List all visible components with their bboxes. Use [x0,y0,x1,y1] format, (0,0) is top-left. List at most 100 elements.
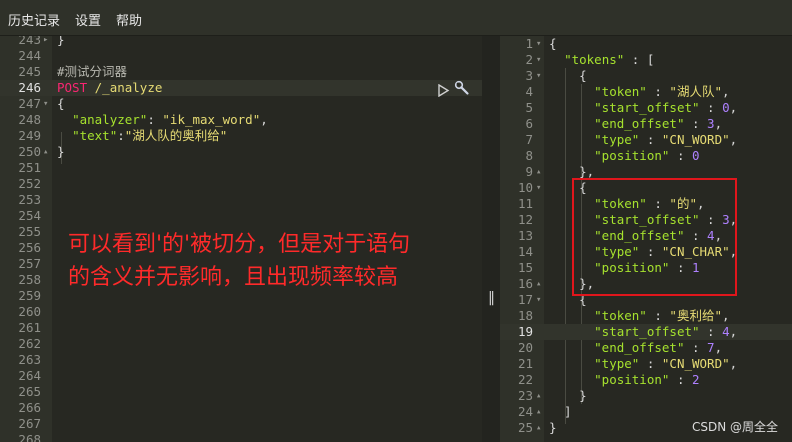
request-code-line[interactable]: 263 [0,352,482,368]
line-number: 266 [18,400,41,415]
fold-toggle-icon[interactable]: ▾ [536,36,541,52]
code-token: , [721,84,730,99]
menu-bar: 历史记录 设置 帮助 [0,0,792,36]
menu-help[interactable]: 帮助 [116,10,142,29]
code-content: #测试分词器 [57,64,127,80]
line-number: 5 [525,100,533,115]
fold-toggle-icon[interactable]: ▴ [536,276,541,292]
code-token: "type" [594,356,640,371]
response-code-line[interactable]: 23 ▴ } [500,388,792,404]
request-code-line[interactable]: 261 [0,320,482,336]
code-token: 0 [722,100,730,115]
line-number: 11 [517,196,533,211]
line-number: 252 [18,176,41,191]
fold-toggle-icon[interactable]: ▾ [536,292,541,308]
code-content: "token" : "湖人队", [549,84,730,100]
response-code-line[interactable]: 2 ▾ "tokens" : [ [500,52,792,68]
line-number: 3 [525,68,533,83]
fold-toggle-icon[interactable]: ▴ [536,164,541,180]
response-code-line[interactable]: 18 "token" : "奥利给", [500,308,792,324]
request-code-line[interactable]: 251 [0,160,482,176]
response-code-line[interactable]: 8 "position" : 0 [500,148,792,164]
code-token: POST [57,80,95,95]
request-code-line[interactable]: 253 [0,192,482,208]
code-token: 0 [692,148,700,163]
code-token: , [729,324,738,339]
code-token: 7 [707,340,715,355]
request-code-line[interactable]: 267 [0,416,482,432]
code-content: } [57,144,65,160]
fold-toggle-icon[interactable]: ▴ [43,144,48,160]
line-number: 22 [517,372,533,387]
code-token: "奥利给" [669,308,722,323]
wrench-icon[interactable] [454,80,470,100]
code-content: ] [549,404,572,420]
fold-toggle-icon[interactable]: ▸ [43,36,48,48]
request-code-line[interactable]: 249 "text":"湖人队的奥利给" [0,128,482,144]
fold-toggle-icon[interactable]: ▾ [536,52,541,68]
response-code-line[interactable]: 6 "end_offset" : 3, [500,116,792,132]
response-code-line[interactable]: 22 "position" : 2 [500,372,792,388]
line-number: 21 [517,356,533,371]
code-token: "CN_WORD" [661,356,730,371]
response-code-line[interactable]: 1 ▾ { [500,36,792,52]
request-code-line[interactable]: 243 ▸} [0,36,482,48]
line-number: 263 [18,352,41,367]
request-code-line[interactable]: 248 "analyzer": "ik_max_word", [0,112,482,128]
request-code-line[interactable]: 264 [0,368,482,384]
request-code-line[interactable]: 266 [0,400,482,416]
request-code-line[interactable]: 252 [0,176,482,192]
code-content: "end_offset" : 3, [549,116,722,132]
request-code-line[interactable]: 265 [0,384,482,400]
fold-toggle-icon[interactable]: ▴ [536,404,541,420]
menu-settings[interactable]: 设置 [75,10,101,29]
code-token: }, [549,164,595,179]
request-code-line[interactable]: 254 [0,208,482,224]
request-code-line[interactable]: 244 [0,48,482,64]
request-code-line[interactable]: 247 ▾ { [0,96,482,112]
line-number: 19 [517,324,533,339]
request-code-line[interactable]: 246 POST /_analyze [0,80,482,96]
code-token: "湖人队" [669,84,722,99]
code-content: "end_offset" : 7, [549,340,722,356]
code-token: } [57,144,65,159]
response-code-line[interactable]: 7 "type" : "CN_WORD", [500,132,792,148]
line-number: 2 [525,52,533,67]
fold-toggle-icon[interactable]: ▴ [536,420,541,436]
code-token: "token" [594,308,647,323]
request-code-line[interactable]: 268 [0,432,482,442]
code-content: { [549,36,557,52]
line-number: 249 [18,128,41,143]
response-code-line[interactable]: 5 "start_offset" : 0, [500,100,792,116]
divider-handle[interactable]: ‖ [488,290,495,306]
request-code-line[interactable]: 260 [0,304,482,320]
line-number: 15 [517,260,533,275]
response-code-line[interactable]: 21 "type" : "CN_WORD", [500,356,792,372]
response-code-line[interactable]: 4 "token" : "湖人队", [500,84,792,100]
code-content: { [549,68,587,84]
response-code-line[interactable]: 3 ▾ { [500,68,792,84]
line-number: 6 [525,116,533,131]
code-token: : [699,100,723,115]
menu-history[interactable]: 历史记录 [8,10,60,29]
fold-toggle-icon[interactable]: ▴ [536,388,541,404]
response-code-line[interactable]: 19 "start_offset" : 4, [500,324,792,340]
response-code-line[interactable]: 20 "end_offset" : 7, [500,340,792,356]
fold-toggle-icon[interactable]: ▾ [536,180,541,196]
line-number: 260 [18,304,41,319]
request-code-line[interactable]: 250 ▴} [0,144,482,160]
code-token: , [260,112,268,127]
fold-toggle-icon[interactable]: ▾ [536,68,541,84]
fold-toggle-icon[interactable]: ▾ [43,96,48,112]
request-code-line[interactable]: 262 [0,336,482,352]
play-icon[interactable] [437,82,450,101]
code-token: , [729,100,738,115]
request-code-line[interactable]: 245 #测试分词器 [0,64,482,80]
line-number: 23 [517,388,533,403]
code-token: { [549,36,557,51]
line-number: 264 [18,368,41,383]
code-token: "ik_max_word" [162,112,261,127]
